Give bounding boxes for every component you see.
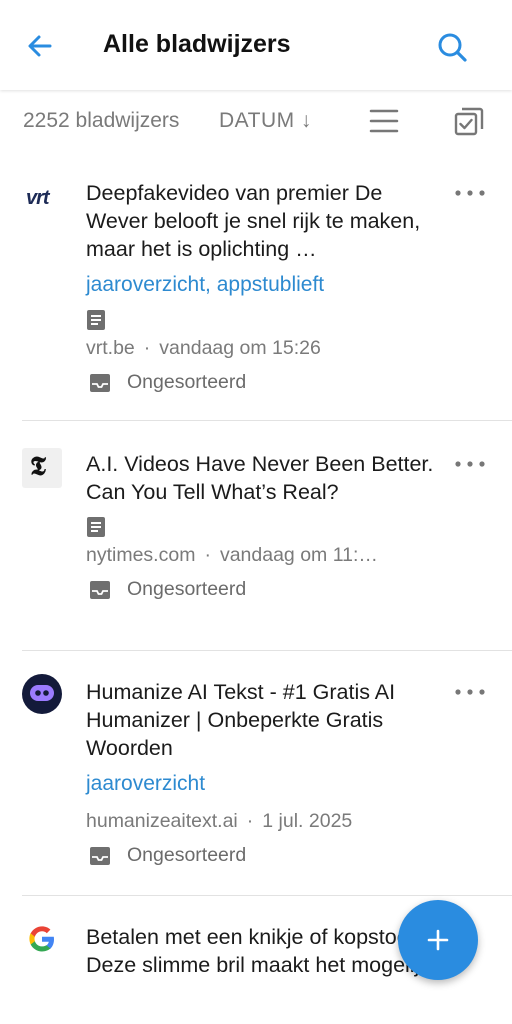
list-item[interactable]: vrt Deepfakevideo van premier De Wever b… xyxy=(0,165,512,421)
bookmark-collection[interactable]: Ongesorteerd xyxy=(86,844,436,867)
google-logo-icon xyxy=(22,919,62,959)
more-options-icon[interactable] xyxy=(452,458,488,470)
add-bookmark-button[interactable] xyxy=(398,900,478,980)
separator-dot: · xyxy=(143,337,151,359)
app-bar: Alle bladwijzers xyxy=(0,0,512,90)
bookmark-collection[interactable]: Ongesorteerd xyxy=(86,371,436,394)
collection-name: Ongesorteerd xyxy=(127,578,247,600)
bookmark-domain: humanizeaitext.ai xyxy=(86,810,238,832)
bookmark-time: 1 jul. 2025 xyxy=(262,810,353,832)
bookmark-time: vandaag om 15:26 xyxy=(159,337,321,359)
bookmark-meta: vrt.be · vandaag om 15:26 xyxy=(86,335,426,361)
arrow-left-icon[interactable] xyxy=(24,30,56,62)
page-title: Alle bladwijzers xyxy=(103,30,291,58)
list-item[interactable]: Humanize AI Tekst - #1 Gratis AI Humaniz… xyxy=(0,650,512,896)
list-view-icon[interactable] xyxy=(368,107,400,135)
google-g-icon xyxy=(29,926,54,952)
separator-dot: · xyxy=(246,810,254,832)
collection-name: Ongesorteerd xyxy=(127,844,247,866)
bookmark-title[interactable]: Humanize AI Tekst - #1 Gratis AI Humaniz… xyxy=(86,678,436,762)
bookmark-title[interactable]: Betalen met een knikje of kopstoot? Deze… xyxy=(86,923,436,979)
inbox-icon xyxy=(90,580,110,599)
nytimes-logo-text: 𝕿 xyxy=(30,452,46,482)
humanize-logo-icon xyxy=(22,674,62,714)
collection-name: Ongesorteerd xyxy=(127,371,247,393)
list-item[interactable]: 𝕿 A.I. Videos Have Never Been Better. Ca… xyxy=(0,420,512,651)
bookmark-time: vandaag om 11:… xyxy=(219,544,378,566)
bookmark-domain: vrt.be xyxy=(86,337,135,359)
more-options-icon[interactable] xyxy=(452,187,488,199)
bookmark-title[interactable]: A.I. Videos Have Never Been Better. Can … xyxy=(86,450,436,506)
bookmark-domain: nytimes.com xyxy=(86,544,196,566)
sort-button[interactable]: DATUM ↓ xyxy=(219,109,312,133)
bookmark-collection[interactable]: Ongesorteerd xyxy=(86,578,436,601)
vrt-logo-text: vrt xyxy=(26,187,50,209)
chat-bubble-icon xyxy=(30,685,54,701)
plus-icon xyxy=(427,929,449,951)
bookmark-meta: nytimes.com · vandaag om 11:… xyxy=(86,542,426,568)
article-icon xyxy=(87,310,105,330)
bookmark-title[interactable]: Deepfakevideo van premier De Wever beloo… xyxy=(86,179,436,263)
select-all-icon[interactable] xyxy=(452,105,486,139)
more-options-icon[interactable] xyxy=(452,686,488,698)
bookmark-tags[interactable]: jaaroverzicht, appstublieft xyxy=(86,271,436,299)
bookmark-tags[interactable]: jaaroverzicht xyxy=(86,770,436,798)
bookmark-meta: humanizeaitext.ai · 1 jul. 2025 xyxy=(86,808,426,834)
separator-dot: · xyxy=(204,544,211,566)
nytimes-logo-icon: 𝕿 xyxy=(22,448,62,488)
inbox-icon xyxy=(90,373,110,392)
bookmark-list: vrt Deepfakevideo van premier De Wever b… xyxy=(0,165,512,1024)
list-toolbar: 2252 bladwijzers DATUM ↓ xyxy=(0,95,512,151)
search-icon[interactable] xyxy=(434,29,470,65)
inbox-icon xyxy=(90,846,110,865)
bookmark-count: 2252 bladwijzers xyxy=(23,109,180,132)
article-icon xyxy=(87,517,105,537)
vrt-logo-icon: vrt xyxy=(22,181,62,221)
